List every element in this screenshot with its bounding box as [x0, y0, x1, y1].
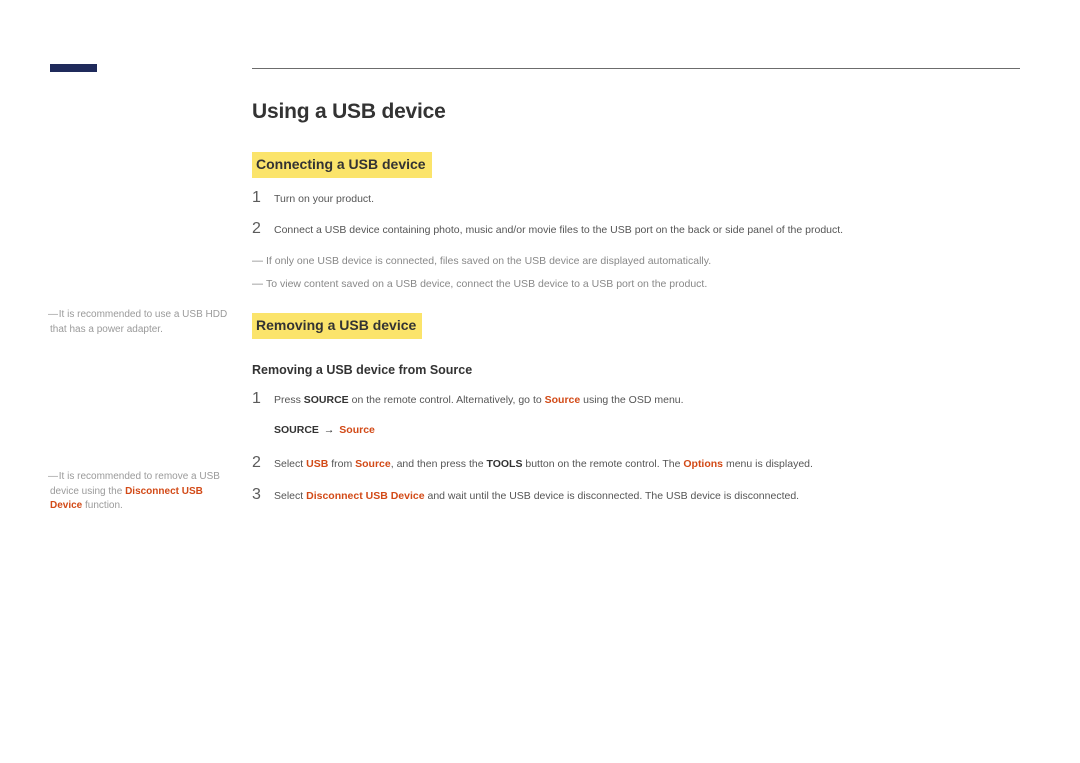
section-connecting-heading: Connecting a USB device — [252, 152, 432, 178]
inline-orange: USB — [306, 458, 328, 470]
remove-step-1: 1 Press SOURCE on the remote control. Al… — [252, 391, 1020, 409]
connect-note-2: ― To view content saved on a USB device,… — [252, 276, 1020, 293]
document-page: ― It is recommended to use a USB HDD tha… — [0, 0, 1080, 763]
step-text: Press SOURCE on the remote control. Alte… — [274, 392, 1020, 409]
section-removing-heading: Removing a USB device — [252, 313, 422, 339]
top-rule — [252, 68, 1020, 69]
step-text: Select USB from Source, and then press t… — [274, 456, 1020, 473]
dash-icon: ― — [48, 308, 56, 323]
step-number: 2 — [252, 455, 274, 471]
step-number: 1 — [252, 190, 274, 206]
connect-step-1: 1 Turn on your product. — [252, 190, 1020, 208]
step-text: Turn on your product. — [274, 191, 1020, 208]
inline-orange: Source — [545, 394, 581, 406]
inline-orange: Disconnect USB Device — [306, 490, 424, 502]
side-note-1: ― It is recommended to use a USB HDD tha… — [50, 308, 230, 337]
dash-icon: ― — [252, 253, 266, 270]
note-text: To view content saved on a USB device, c… — [266, 277, 1020, 293]
inline-bold: TOOLS — [486, 458, 522, 470]
inline-orange: Options — [683, 458, 723, 470]
remove-step-2: 2 Select USB from Source, and then press… — [252, 455, 1020, 473]
path-target: Source — [339, 424, 375, 436]
menu-path: SOURCE → Source — [274, 423, 1020, 439]
accent-bar — [50, 64, 97, 72]
path-source: SOURCE — [274, 424, 319, 436]
subsection-removing-source: Removing a USB device from Source — [252, 361, 1020, 380]
inline-bold: SOURCE — [304, 394, 349, 406]
step-text: Connect a USB device containing photo, m… — [274, 222, 1020, 239]
note-text: If only one USB device is connected, fil… — [266, 254, 1020, 270]
step-number: 1 — [252, 391, 274, 407]
side-note-2-post: function. — [82, 500, 123, 511]
dash-icon: ― — [252, 276, 266, 293]
arrow-right-icon: → — [322, 424, 337, 436]
step-number: 3 — [252, 487, 274, 503]
remove-step-3: 3 Select Disconnect USB Device and wait … — [252, 487, 1020, 505]
page-title: Using a USB device — [252, 96, 1020, 128]
dash-icon: ― — [48, 470, 56, 485]
spacer — [252, 299, 1020, 313]
connect-step-2: 2 Connect a USB device containing photo,… — [252, 221, 1020, 239]
connect-note-1: ― If only one USB device is connected, f… — [252, 253, 1020, 270]
side-note-1-text: It is recommended to use a USB HDD that … — [50, 309, 227, 335]
step-number: 2 — [252, 221, 274, 237]
step-text: Select Disconnect USB Device and wait un… — [274, 488, 1020, 505]
main-content: Using a USB device Connecting a USB devi… — [252, 96, 1020, 518]
side-note-2: ― It is recommended to remove a USB devi… — [50, 470, 230, 514]
inline-orange: Source — [355, 458, 391, 470]
